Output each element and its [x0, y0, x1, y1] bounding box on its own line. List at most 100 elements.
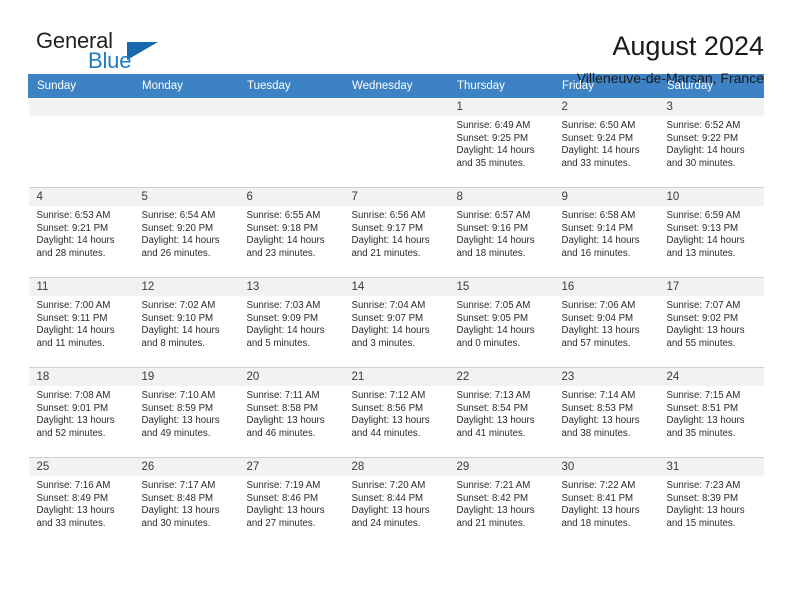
day-number: 28	[343, 458, 449, 476]
calendar-day-cell[interactable]: 16 Sunrise: 7:06 AM Sunset: 9:04 PM Dayligh…	[553, 277, 659, 368]
sunrise-text: Sunrise: 6:50 AM	[561, 120, 636, 131]
daylight-text: Daylight: 13 hours and 24 minutes.	[351, 505, 430, 529]
calendar-day-cell[interactable]: 24 Sunrise: 7:15 AM Sunset: 8:51 PM Dayligh…	[658, 367, 764, 458]
day-number: 14	[343, 278, 449, 296]
sunset-text: Sunset: 9:14 PM	[561, 222, 634, 234]
calendar-day-cell[interactable]: 31 Sunrise: 7:23 AM Sunset: 8:39 PM Dayligh…	[658, 457, 764, 547]
sunrise-text: Sunrise: 7:02 AM	[141, 300, 216, 311]
sunset-text: Sunset: 8:42 PM	[456, 492, 529, 504]
calendar-day-cell[interactable]: 4 Sunrise: 6:53 AM Sunset: 9:21 PM Daylight…	[28, 187, 134, 278]
calendar-day-cell[interactable]: 1 Sunrise: 6:49 AM Sunset: 9:25 PM Daylight…	[448, 97, 554, 188]
day-details: Sunrise: 7:19 AM Sunset: 8:46 PM Daylight:…	[239, 476, 344, 530]
calendar-day-cell[interactable]: 18 Sunrise: 7:08 AM Sunset: 9:01 PM Dayligh…	[28, 367, 134, 458]
day-cell-inner: 16 Sunrise: 7:06 AM Sunset: 9:04 PM Dayligh…	[553, 278, 659, 367]
sunset-text: Sunset: 9:22 PM	[666, 132, 739, 144]
day-details: Sunrise: 6:49 AM Sunset: 9:25 PM Daylight:…	[449, 116, 554, 170]
sunrise-text: Sunrise: 7:12 AM	[351, 390, 426, 401]
sunrise-text: Sunrise: 7:19 AM	[246, 480, 321, 491]
weekday-header-wednesday: Wednesday	[343, 74, 449, 98]
day-number: 31	[658, 458, 764, 476]
calendar-day-cell[interactable]: 29 Sunrise: 7:21 AM Sunset: 8:42 PM Dayligh…	[448, 457, 554, 547]
day-number: 2	[553, 98, 659, 116]
calendar-day-cell[interactable]: 23 Sunrise: 7:14 AM Sunset: 8:53 PM Dayligh…	[553, 367, 659, 458]
day-details: Sunrise: 7:04 AM Sunset: 9:07 PM Daylight:…	[344, 296, 449, 350]
calendar-week-row: 1 Sunrise: 6:49 AM Sunset: 9:25 PM Daylight…	[28, 97, 764, 188]
day-cell-inner: 1 Sunrise: 6:49 AM Sunset: 9:25 PM Daylight…	[448, 98, 554, 187]
day-number: 13	[238, 278, 344, 296]
day-details: Sunrise: 6:59 AM Sunset: 9:13 PM Daylight:…	[659, 206, 764, 260]
calendar-day-cell[interactable]: 22 Sunrise: 7:13 AM Sunset: 8:54 PM Dayligh…	[448, 367, 554, 458]
day-cell-inner: 7 Sunrise: 6:56 AM Sunset: 9:17 PM Daylight…	[343, 188, 449, 277]
daylight-text: Daylight: 14 hours and 0 minutes.	[456, 325, 535, 349]
calendar-day-cell[interactable]: 19 Sunrise: 7:10 AM Sunset: 8:59 PM Dayligh…	[133, 367, 239, 458]
brand-logo[interactable]: General Blue	[28, 28, 158, 76]
daylight-text: Daylight: 13 hours and 57 minutes.	[561, 325, 640, 349]
calendar-day-cell[interactable]: 2 Sunrise: 6:50 AM Sunset: 9:24 PM Daylight…	[553, 97, 659, 188]
day-number: 3	[658, 98, 764, 116]
day-details: Sunrise: 7:15 AM Sunset: 8:51 PM Daylight:…	[659, 386, 764, 440]
daylight-text: Daylight: 13 hours and 46 minutes.	[246, 415, 325, 439]
day-cell-inner: 8 Sunrise: 6:57 AM Sunset: 9:16 PM Daylight…	[448, 188, 554, 277]
sunrise-text: Sunrise: 7:14 AM	[561, 390, 636, 401]
calendar-day-cell[interactable]: 11 Sunrise: 7:00 AM Sunset: 9:11 PM Dayligh…	[28, 277, 134, 368]
calendar-day-cell[interactable]: 27 Sunrise: 7:19 AM Sunset: 8:46 PM Dayligh…	[238, 457, 344, 547]
sunset-text: Sunset: 9:25 PM	[456, 132, 529, 144]
calendar-day-cell[interactable]: 12 Sunrise: 7:02 AM Sunset: 9:10 PM Dayligh…	[133, 277, 239, 368]
sunset-text: Sunset: 8:41 PM	[561, 492, 634, 504]
sunset-text: Sunset: 9:16 PM	[456, 222, 529, 234]
calendar-day-cell[interactable]: 20 Sunrise: 7:11 AM Sunset: 8:58 PM Dayligh…	[238, 367, 344, 458]
sunrise-text: Sunrise: 7:05 AM	[456, 300, 531, 311]
day-cell-inner: 31 Sunrise: 7:23 AM Sunset: 8:39 PM Dayligh…	[658, 458, 764, 547]
daylight-text: Daylight: 13 hours and 44 minutes.	[351, 415, 430, 439]
day-number: 26	[133, 458, 239, 476]
calendar-day-cell[interactable]: 17 Sunrise: 7:07 AM Sunset: 9:02 PM Dayligh…	[658, 277, 764, 368]
sunset-text: Sunset: 9:13 PM	[666, 222, 739, 234]
sunrise-text: Sunrise: 7:06 AM	[561, 300, 636, 311]
weekday-header-sunday: Sunday	[28, 74, 134, 98]
calendar-day-cell[interactable]: 30 Sunrise: 7:22 AM Sunset: 8:41 PM Dayligh…	[553, 457, 659, 547]
daylight-text: Daylight: 13 hours and 15 minutes.	[666, 505, 745, 529]
daylight-text: Daylight: 14 hours and 5 minutes.	[246, 325, 325, 349]
calendar-day-cell[interactable]: 14 Sunrise: 7:04 AM Sunset: 9:07 PM Dayligh…	[343, 277, 449, 368]
calendar-day-cell[interactable]: 7 Sunrise: 6:56 AM Sunset: 9:17 PM Daylight…	[343, 187, 449, 278]
day-cell-inner: 22 Sunrise: 7:13 AM Sunset: 8:54 PM Dayligh…	[448, 368, 554, 457]
calendar-day-cell[interactable]: 28 Sunrise: 7:20 AM Sunset: 8:44 PM Dayligh…	[343, 457, 449, 547]
day-cell-inner: 6 Sunrise: 6:55 AM Sunset: 9:18 PM Daylight…	[238, 188, 344, 277]
sunset-text: Sunset: 8:58 PM	[246, 402, 319, 414]
day-details: Sunrise: 7:16 AM Sunset: 8:49 PM Daylight:…	[29, 476, 134, 530]
calendar-day-cell[interactable]: 26 Sunrise: 7:17 AM Sunset: 8:48 PM Dayligh…	[133, 457, 239, 547]
calendar-day-cell[interactable]: 25 Sunrise: 7:16 AM Sunset: 8:49 PM Dayligh…	[28, 457, 134, 547]
sunset-text: Sunset: 8:48 PM	[141, 492, 214, 504]
day-number: 9	[553, 188, 659, 206]
sunrise-text: Sunrise: 7:22 AM	[561, 480, 636, 491]
day-number: 1	[448, 98, 554, 116]
calendar-day-cell[interactable]: 3 Sunrise: 6:52 AM Sunset: 9:22 PM Daylight…	[658, 97, 764, 188]
weekday-header-tuesday: Tuesday	[238, 74, 344, 98]
calendar-day-cell[interactable]: 5 Sunrise: 6:54 AM Sunset: 9:20 PM Daylight…	[133, 187, 239, 278]
daylight-text: Daylight: 13 hours and 41 minutes.	[456, 415, 535, 439]
calendar-day-cell[interactable]: 21 Sunrise: 7:12 AM Sunset: 8:56 PM Dayligh…	[343, 367, 449, 458]
calendar-cell-empty	[28, 97, 134, 188]
calendar-day-cell[interactable]: 10 Sunrise: 6:59 AM Sunset: 9:13 PM Dayligh…	[658, 187, 764, 278]
sunset-text: Sunset: 8:49 PM	[36, 492, 109, 504]
sunset-text: Sunset: 9:11 PM	[36, 312, 108, 324]
sunrise-text: Sunrise: 7:11 AM	[246, 390, 320, 401]
daylight-text: Daylight: 13 hours and 52 minutes.	[36, 415, 115, 439]
calendar-day-cell[interactable]: 13 Sunrise: 7:03 AM Sunset: 9:09 PM Dayligh…	[238, 277, 344, 368]
day-details: Sunrise: 7:10 AM Sunset: 8:59 PM Daylight:…	[134, 386, 239, 440]
sunrise-text: Sunrise: 6:56 AM	[351, 210, 426, 221]
day-details: Sunrise: 7:23 AM Sunset: 8:39 PM Daylight:…	[659, 476, 764, 530]
calendar-cell-empty	[133, 97, 239, 188]
day-number: 30	[553, 458, 659, 476]
day-number: 22	[448, 368, 554, 386]
calendar-day-cell[interactable]: 9 Sunrise: 6:58 AM Sunset: 9:14 PM Daylight…	[553, 187, 659, 278]
calendar-day-cell[interactable]: 8 Sunrise: 6:57 AM Sunset: 9:16 PM Daylight…	[448, 187, 554, 278]
calendar-day-cell[interactable]: 15 Sunrise: 7:05 AM Sunset: 9:05 PM Dayligh…	[448, 277, 554, 368]
daylight-text: Daylight: 13 hours and 21 minutes.	[456, 505, 535, 529]
sunset-text: Sunset: 8:51 PM	[666, 402, 739, 414]
calendar-day-cell[interactable]: 6 Sunrise: 6:55 AM Sunset: 9:18 PM Daylight…	[238, 187, 344, 278]
day-number: 4	[28, 188, 134, 206]
day-number: 25	[28, 458, 134, 476]
day-cell-inner: 26 Sunrise: 7:17 AM Sunset: 8:48 PM Dayligh…	[133, 458, 239, 547]
day-details: Sunrise: 6:55 AM Sunset: 9:18 PM Daylight:…	[239, 206, 344, 260]
